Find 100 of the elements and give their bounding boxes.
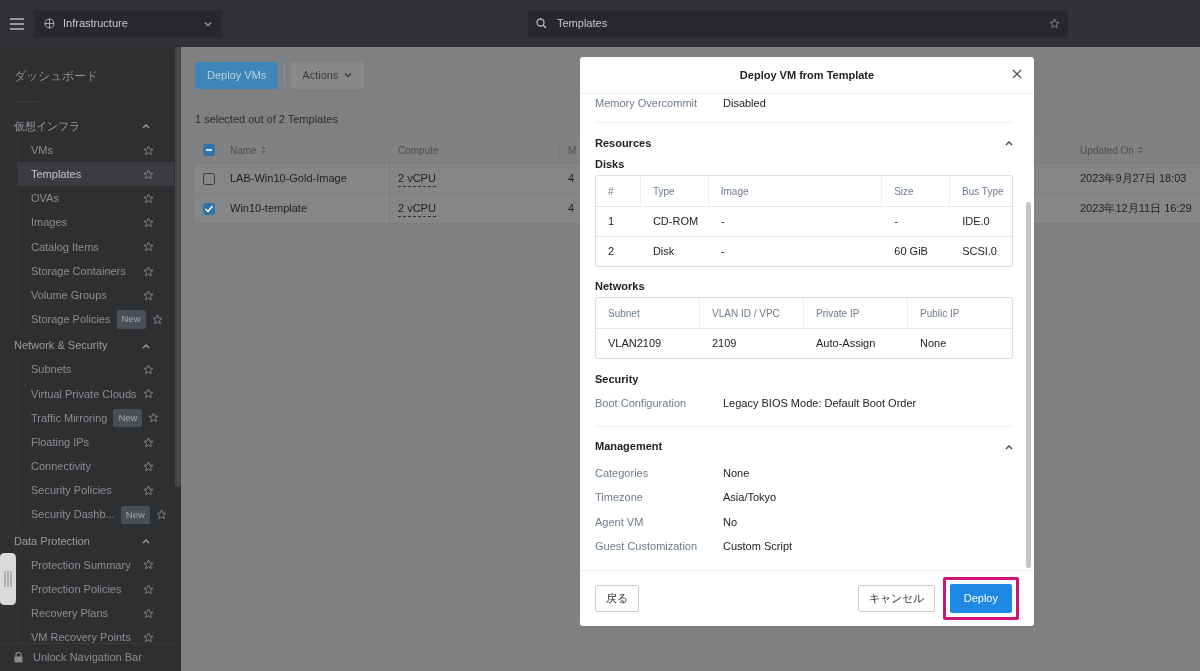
sidebar-section-header[interactable]: 仮想インフラ xyxy=(0,114,174,138)
star-icon[interactable] xyxy=(148,412,160,424)
star-icon[interactable] xyxy=(143,436,154,448)
dialog-title: Deploy VM from Template xyxy=(739,67,875,83)
sidebar-section-header[interactable]: Data Protection xyxy=(0,528,174,553)
unlock-link[interactable]: Unlock Navigation Bar xyxy=(33,649,142,666)
table-cell-text: VLAN2109 xyxy=(608,336,662,352)
sidebar-item[interactable]: Recovery Plans xyxy=(17,601,174,626)
checkbox[interactable] xyxy=(203,172,215,185)
star-icon[interactable] xyxy=(143,388,154,400)
field-value: Disabled xyxy=(723,95,766,111)
star-icon[interactable] xyxy=(143,241,154,253)
collapse-icon[interactable] xyxy=(1005,140,1013,146)
sort-icon[interactable] xyxy=(260,146,266,154)
sidebar-item[interactable]: Protection Policies xyxy=(17,577,174,602)
selection-summary: 1 selected out of 2 Templates xyxy=(195,111,339,127)
compute-link[interactable]: 2 vCPU xyxy=(398,199,436,218)
star-icon[interactable] xyxy=(143,168,154,180)
app-selector[interactable]: Infrastructure xyxy=(34,9,222,38)
star-icon[interactable] xyxy=(143,583,154,595)
table-cell-text: SCSI.0 xyxy=(962,244,997,260)
sidebar-item[interactable]: Storage Policies New xyxy=(17,307,174,332)
search-field[interactable]: Templates xyxy=(528,10,1068,37)
table-cell-text: - xyxy=(720,214,725,230)
star-icon[interactable] xyxy=(143,607,154,619)
column-header: Public IP xyxy=(920,306,960,321)
sort-icon[interactable] xyxy=(1137,146,1143,154)
caret-icon[interactable] xyxy=(204,20,212,27)
sidebar-item[interactable]: VM Recovery Points xyxy=(17,625,174,643)
scrollbar-thumb[interactable] xyxy=(175,47,181,487)
table-cell-text: 2023年12月11日 16:29 xyxy=(1080,201,1192,217)
search-icon xyxy=(536,18,547,29)
chevron-up-icon[interactable] xyxy=(142,123,150,129)
back-button[interactable]: 戻る xyxy=(595,585,639,612)
subsection-title: Disks xyxy=(595,156,626,172)
close-icon[interactable] xyxy=(1012,69,1022,79)
sidebar-item[interactable]: Volume Groups xyxy=(17,283,174,308)
table-cell-text: CD-ROM xyxy=(652,214,699,230)
column-header: Type xyxy=(652,184,675,199)
sidebar-item[interactable]: Floating IPs xyxy=(17,430,174,455)
column-header: VLAN ID / VPC xyxy=(712,306,780,321)
sidebar-item[interactable]: Subnets xyxy=(17,357,174,382)
star-icon[interactable] xyxy=(155,509,167,521)
sidebar-item[interactable]: Virtual Private Clouds xyxy=(17,381,174,406)
star-icon[interactable] xyxy=(151,313,163,325)
cancel-button[interactable]: キャンセル xyxy=(857,585,935,612)
sidebar-item[interactable]: Storage Containers xyxy=(17,258,174,284)
checkbox[interactable] xyxy=(203,144,215,156)
star-icon[interactable] xyxy=(143,631,154,643)
subsection-title: Networks xyxy=(595,278,646,294)
field-value: Asia/Tokyo xyxy=(723,490,777,505)
field-label: Guest Customization xyxy=(595,539,699,554)
sidebar-section-header[interactable]: Network & Security xyxy=(0,333,174,358)
star-icon[interactable] xyxy=(143,192,154,204)
star-icon[interactable] xyxy=(143,485,154,497)
deploy-vms-button[interactable]: Deploy VMs xyxy=(195,62,279,89)
star-icon[interactable] xyxy=(143,364,154,376)
star-icon[interactable] xyxy=(143,289,154,301)
drag-handle[interactable] xyxy=(0,553,16,605)
sidebar-item[interactable]: OVAs xyxy=(17,186,174,211)
sidebar-item[interactable]: Traffic Mirroring New xyxy=(17,405,174,431)
menu-icon[interactable] xyxy=(10,17,24,30)
checkbox[interactable] xyxy=(203,202,215,215)
star-icon[interactable] xyxy=(143,217,154,229)
sidebar-item[interactable]: Catalog Items xyxy=(17,234,174,259)
table-cell-text: 1 xyxy=(608,214,615,230)
actions-button[interactable]: Actions xyxy=(290,62,365,89)
star-icon[interactable] xyxy=(1049,18,1060,29)
new-badge: New xyxy=(120,505,150,524)
sidebar-item[interactable]: Security Dashb... New xyxy=(17,502,174,527)
search-input[interactable]: Templates xyxy=(557,15,1039,32)
compute-link[interactable]: 2 vCPU xyxy=(398,169,436,188)
field-value: None xyxy=(723,465,750,481)
field-label: Agent VM xyxy=(595,514,645,530)
chevron-up-icon[interactable] xyxy=(142,537,150,544)
deploy-button[interactable]: Deploy xyxy=(949,584,1012,613)
star-icon[interactable] xyxy=(143,144,154,156)
field-label: Boot Configuration xyxy=(595,396,688,411)
lock-icon[interactable] xyxy=(14,652,23,663)
star-icon[interactable] xyxy=(143,559,154,571)
collapse-icon[interactable] xyxy=(1005,443,1013,450)
column-header: Size xyxy=(894,184,914,199)
sidebar-item[interactable]: Images xyxy=(17,210,174,235)
sidebar-item[interactable]: Protection Summary xyxy=(17,552,174,577)
sidebar-item[interactable]: ダッシュボード xyxy=(0,61,174,91)
table-cell-text: - xyxy=(894,214,898,230)
sidebar-item[interactable]: Templates xyxy=(17,162,174,187)
section-title: Security xyxy=(595,371,639,387)
column-header: # xyxy=(608,184,614,199)
sidebar-item[interactable]: Security Policies xyxy=(17,478,174,503)
new-badge: New xyxy=(116,310,146,329)
star-icon[interactable] xyxy=(143,265,154,277)
scrollbar-thumb[interactable] xyxy=(1026,202,1031,568)
section-title: Management xyxy=(595,439,663,455)
star-icon[interactable] xyxy=(143,460,154,472)
chevron-up-icon[interactable] xyxy=(142,342,150,349)
template-name: Win10-template xyxy=(230,201,308,217)
caret-icon[interactable] xyxy=(344,72,353,79)
column-header: Private IP xyxy=(816,306,860,321)
sidebar-item[interactable]: Connectivity xyxy=(17,454,174,479)
